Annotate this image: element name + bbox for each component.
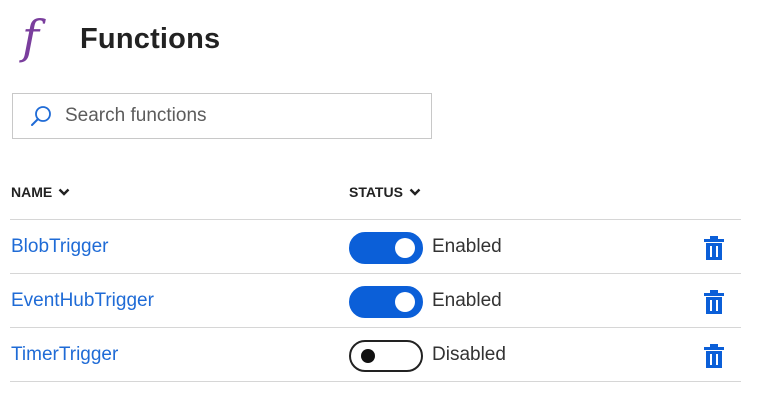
function-name-link[interactable]: TimerTrigger [11,344,118,366]
column-header-name-label: NAME [11,184,53,200]
toggle-knob [395,292,415,312]
table-row: TimerTrigger Disabled [0,328,774,382]
function-icon: f [22,10,40,64]
page-title: Functions [80,22,221,55]
trash-icon[interactable] [703,235,725,261]
status-text: Enabled [432,290,502,311]
search-box[interactable] [12,93,432,139]
divider [10,381,741,382]
trash-icon[interactable] [703,289,725,315]
function-name-link[interactable]: EventHubTrigger [11,290,154,312]
status-text: Disabled [432,344,506,365]
function-name-link[interactable]: BlobTrigger [11,236,109,258]
status-toggle[interactable] [349,340,423,372]
trash-icon[interactable] [703,343,725,369]
status-toggle[interactable] [349,232,423,264]
column-header-name[interactable]: NAME [11,184,70,200]
toggle-knob [361,349,375,363]
table-row: BlobTrigger Enabled [0,220,774,274]
page-header: f Functions [22,14,220,64]
table-row: EventHubTrigger Enabled [0,274,774,328]
chevron-down-icon [58,188,70,196]
column-header-status-label: STATUS [349,184,403,200]
status-toggle[interactable] [349,286,423,318]
search-icon [31,106,51,126]
column-header-status[interactable]: STATUS [349,184,421,200]
toggle-knob [395,238,415,258]
chevron-down-icon [409,188,421,196]
status-text: Enabled [432,236,502,257]
search-input[interactable] [65,105,405,127]
